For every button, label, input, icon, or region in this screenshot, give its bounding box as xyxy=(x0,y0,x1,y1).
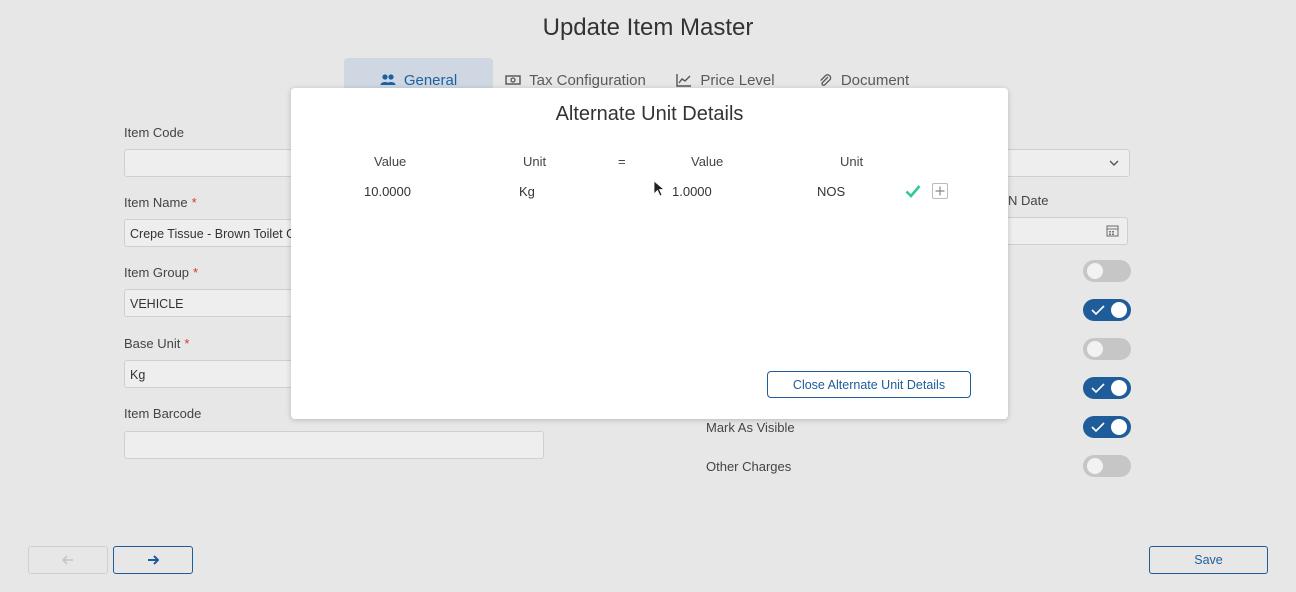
header-unit-2: Unit xyxy=(840,154,864,169)
alternate-unit-modal: Alternate Unit Details Value Unit = Valu… xyxy=(291,88,1008,419)
tab-tax-configuration[interactable]: Tax Configuration xyxy=(493,58,658,92)
mouse-cursor-icon xyxy=(653,180,665,197)
other-charges-label: Other Charges xyxy=(706,459,792,474)
mark-as-visible-label: Mark As Visible xyxy=(706,420,795,435)
tab-bar: General Tax Configuration Price Level Do… xyxy=(344,58,933,92)
money-icon xyxy=(505,75,521,85)
save-button[interactable]: Save xyxy=(1149,546,1268,574)
users-icon xyxy=(380,74,396,85)
tab-label: General xyxy=(403,71,458,89)
header-value-2: Value xyxy=(691,154,724,169)
chevron-down-icon xyxy=(1109,160,1119,166)
required-mark: * xyxy=(191,195,197,210)
next-button[interactable] xyxy=(113,546,193,574)
row-value-2[interactable]: 1.0000 xyxy=(672,184,712,199)
tab-document[interactable]: Document xyxy=(793,58,933,92)
toggle-2[interactable] xyxy=(1083,299,1131,321)
item-group-label: Item Group * xyxy=(124,265,199,280)
previous-button[interactable] xyxy=(28,546,108,574)
header-unit-1: Unit xyxy=(523,154,547,169)
toggle-4[interactable] xyxy=(1083,377,1131,399)
close-alternate-unit-button[interactable]: Close Alternate Unit Details xyxy=(767,371,971,398)
item-barcode-input[interactable] xyxy=(124,431,544,459)
item-name-label: Item Name * xyxy=(124,195,197,210)
date-label: N Date xyxy=(1008,193,1049,208)
required-mark: * xyxy=(184,336,190,351)
tab-price-level[interactable]: Price Level xyxy=(658,58,793,92)
right-select[interactable] xyxy=(1000,149,1130,177)
paperclip-icon xyxy=(819,74,832,86)
arrow-left-icon xyxy=(62,555,73,565)
mark-as-visible-toggle[interactable] xyxy=(1083,416,1131,438)
tab-general[interactable]: General xyxy=(344,58,493,92)
tab-label: Price Level xyxy=(700,71,775,89)
tab-label: Tax Configuration xyxy=(529,71,646,89)
required-mark: * xyxy=(193,265,199,280)
row-unit-2[interactable]: NOS xyxy=(817,184,845,199)
toggle-3[interactable] xyxy=(1083,338,1131,360)
row-value-1[interactable]: 10.0000 xyxy=(364,184,411,199)
chart-icon xyxy=(676,74,692,87)
add-row-button[interactable] xyxy=(932,183,948,199)
header-value-1: Value xyxy=(374,154,407,169)
calendar-icon xyxy=(1106,225,1119,237)
tab-label: Document xyxy=(840,71,910,89)
header-equals: = xyxy=(618,154,626,169)
date-input[interactable] xyxy=(1000,217,1128,245)
modal-title: Alternate Unit Details xyxy=(555,103,744,125)
check-icon[interactable] xyxy=(905,184,921,198)
item-code-label: Item Code xyxy=(124,125,184,140)
arrow-right-icon xyxy=(148,555,159,565)
base-unit-label: Base Unit * xyxy=(124,336,190,351)
page: Update Item Master General Tax Configura… xyxy=(0,0,1296,592)
other-charges-toggle[interactable] xyxy=(1083,455,1131,477)
row-unit-1[interactable]: Kg xyxy=(519,184,535,199)
page-title: Update Item Master xyxy=(542,14,754,41)
item-barcode-label: Item Barcode xyxy=(124,406,202,421)
plus-icon xyxy=(935,186,945,196)
toggle-1[interactable] xyxy=(1083,260,1131,282)
